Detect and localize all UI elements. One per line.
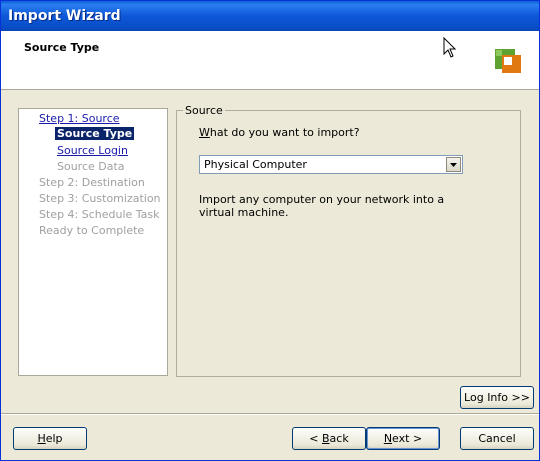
wizard-steps-panel: Step 1: Source Source Type Source Login … bbox=[18, 108, 168, 376]
nav-step1-source[interactable]: Step 1: Source bbox=[39, 112, 120, 125]
source-type-selected-value: Physical Computer bbox=[204, 158, 307, 171]
back-button[interactable]: < Back bbox=[292, 427, 366, 450]
wizard-header: Source Type bbox=[1, 31, 539, 90]
nav-ready-to-complete: Ready to Complete bbox=[39, 224, 145, 237]
window-title: Import Wizard bbox=[8, 8, 121, 24]
source-type-select[interactable]: Physical Computer bbox=[199, 155, 463, 174]
next-button[interactable]: Next > bbox=[366, 427, 440, 450]
source-description: Import any computer on your network into… bbox=[199, 193, 445, 219]
nav-source-login[interactable]: Source Login bbox=[57, 144, 128, 157]
source-group-label: Source bbox=[183, 104, 225, 117]
log-info-button[interactable]: Log Info >> bbox=[460, 386, 534, 409]
nav-source-type[interactable]: Source Type bbox=[55, 127, 135, 140]
page-title: Source Type bbox=[24, 41, 100, 54]
nav-step2-destination: Step 2: Destination bbox=[39, 176, 145, 189]
mouse-pointer-icon bbox=[443, 37, 457, 58]
nav-step4-schedule-task: Step 4: Schedule Task bbox=[39, 208, 160, 221]
import-wizard-window: Import Wizard Source Type Step 1: Source… bbox=[0, 0, 540, 461]
vmware-logo-icon bbox=[495, 49, 521, 73]
help-button[interactable]: Help bbox=[13, 427, 87, 450]
dropdown-arrow-icon[interactable] bbox=[446, 157, 461, 172]
nav-source-data: Source Data bbox=[57, 160, 125, 173]
title-bar[interactable]: Import Wizard bbox=[1, 1, 539, 31]
nav-step3-customization: Step 3: Customization bbox=[39, 192, 161, 205]
source-groupbox bbox=[176, 110, 521, 377]
import-question-label: What do you want to import? bbox=[199, 126, 360, 139]
footer-separator bbox=[1, 413, 539, 415]
cancel-button[interactable]: Cancel bbox=[460, 427, 534, 450]
